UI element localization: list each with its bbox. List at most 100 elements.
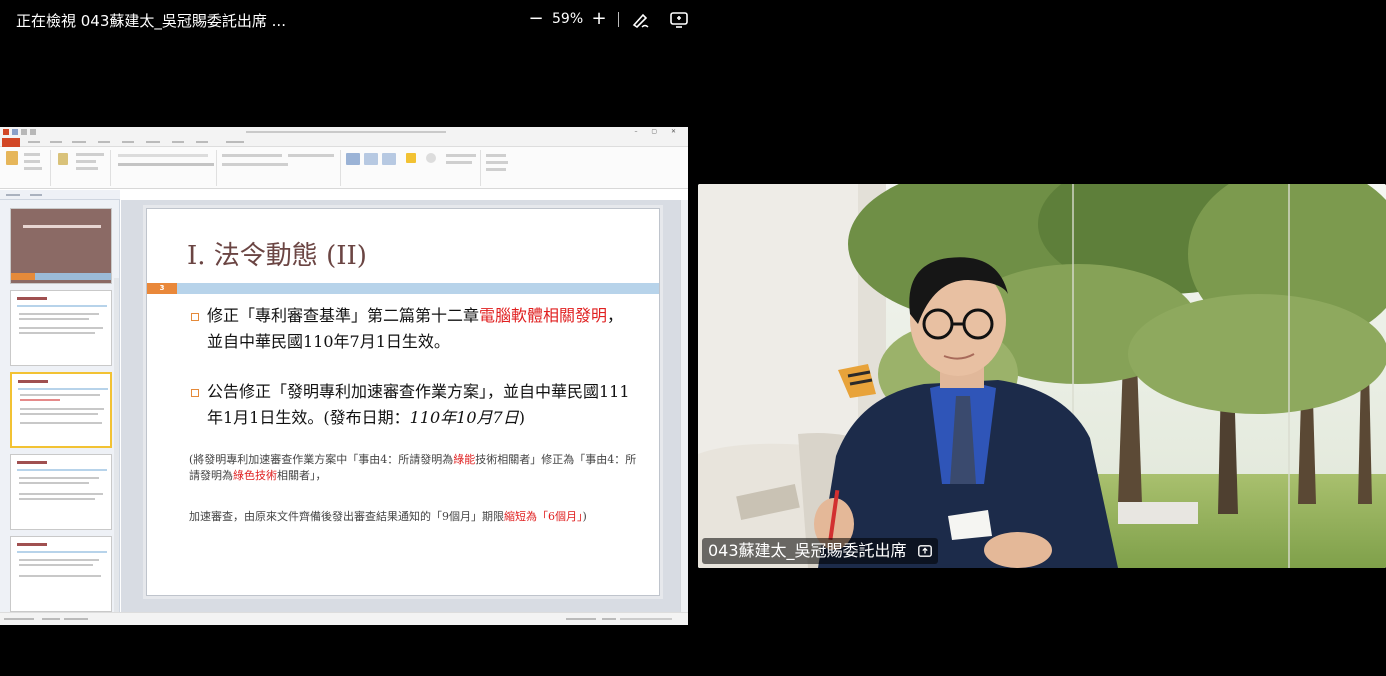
screen-share-icon	[917, 545, 932, 557]
note1-text: (將發明專利加速審查作業方案中「事由4：所請發明為	[189, 453, 454, 466]
slide-number: 3	[147, 283, 177, 294]
quick-styles-icon	[382, 153, 396, 165]
slide-note-2: 加速審查，由原來文件齊備後發出審查結果通知的「9個月」期限縮短為「6個月」)	[189, 509, 639, 525]
note1-text-end: 相關者」，	[277, 469, 327, 482]
status-theme	[42, 618, 60, 620]
thumb-band	[17, 305, 107, 307]
thumb-title	[17, 543, 47, 546]
ppt-tab	[50, 141, 62, 143]
paragraph-row	[288, 154, 334, 157]
slide-note-1: (將發明專利加速審查作業方案中「事由4：所請發明為綠能技術相關者」修正為「事由4…	[189, 452, 639, 484]
thumb-line	[19, 318, 89, 320]
ribbon-item	[76, 153, 104, 156]
thumb-band	[17, 551, 107, 553]
participant-name-label: 043蘇建太_吳冠賜委託出席	[702, 538, 938, 564]
viewer-title: 正在檢視 043蘇建太_吳冠賜委託出席 ...	[16, 12, 286, 30]
ribbon-separator	[480, 150, 481, 186]
status-view-buttons	[566, 618, 596, 620]
undo-icon	[21, 129, 27, 135]
shape-effects-icon	[426, 153, 436, 163]
font-format-row	[118, 163, 214, 166]
ribbon-separator	[216, 150, 217, 186]
thumb-title	[17, 461, 47, 464]
thumbnail-scrollbar	[114, 278, 119, 625]
shared-screen-powerpoint: – ▢ ✕ I. 法令動態 (II) 3 修正「專利審查基準」第二篇第十二章電腦…	[0, 127, 688, 625]
zoom-level: 59%	[552, 11, 584, 27]
thumb-line	[19, 327, 103, 329]
slides-tab	[6, 194, 20, 196]
viewer-toolbar: 正在檢視 043蘇建太_吳冠賜委託出席 ... − 59% +	[0, 0, 688, 40]
slide-bullet-1: 修正「專利審查基準」第二篇第十二章電腦軟體相關發明，並自中華民國110年7月1日…	[207, 303, 637, 355]
slide-bullet-2: 公告修正「發明專利加速審查作業方案」，並自中華民國111年1月1日生效。(發布日…	[207, 379, 637, 431]
note1-highlight-1: 綠能	[453, 453, 476, 466]
current-slide: I. 法令動態 (II) 3 修正「專利審查基準」第二篇第十二章電腦軟體相關發明…	[147, 209, 659, 595]
bullet1-highlight: 電腦軟體相關發明	[479, 306, 608, 325]
view-options-icon[interactable]	[669, 10, 689, 30]
bullet-square-icon	[191, 313, 199, 321]
ribbon-item	[24, 153, 40, 156]
shape-fill-icon	[406, 153, 416, 163]
ppt-tab	[72, 141, 86, 143]
ppt-tab	[196, 141, 208, 143]
thumb-line	[19, 564, 93, 566]
ppt-tab	[122, 141, 134, 143]
slide-thumbnail-selected	[10, 372, 112, 448]
outline-tab	[30, 194, 42, 196]
ppt-document-title	[246, 131, 446, 133]
zoom-out-button[interactable]: −	[527, 8, 545, 30]
thumb-line	[19, 313, 99, 315]
note2-text-end: )	[582, 510, 587, 523]
ribbon-separator	[340, 150, 341, 186]
select-item	[486, 168, 506, 171]
font-box	[118, 154, 208, 157]
zoom-in-button[interactable]: +	[590, 8, 608, 30]
status-zoom-slider	[620, 618, 672, 620]
canvas-scrollbar	[680, 200, 688, 612]
ppt-outline-tabs	[0, 190, 120, 200]
thumb-accent	[11, 273, 35, 280]
ppt-tab	[98, 141, 110, 143]
shapes-icon	[346, 153, 360, 165]
slide-title: I. 法令動態 (II)	[187, 241, 367, 271]
slide-editing-canvas: I. 法令動態 (II) 3 修正「專利審查基準」第二篇第十二章電腦軟體相關發明…	[121, 200, 680, 612]
ppt-ribbon	[0, 147, 688, 189]
ribbon-item	[76, 160, 96, 163]
slide-thumbnail	[10, 454, 112, 530]
thumb-line	[19, 575, 101, 577]
thumb-line	[20, 408, 104, 410]
slide-thumbnail-panel	[0, 200, 120, 625]
paragraph-row	[222, 163, 288, 166]
slide-title-band	[173, 283, 659, 294]
arrange-icon	[364, 153, 378, 165]
annotate-pen-icon[interactable]	[631, 10, 651, 30]
thumb-title	[17, 297, 47, 300]
ppt-status-bar	[0, 612, 688, 625]
save-icon	[12, 129, 18, 135]
thumb-line	[20, 399, 60, 401]
new-slide-icon	[58, 153, 68, 165]
ribbon-item	[446, 154, 476, 157]
paste-icon	[6, 151, 18, 165]
slide-thumbnail	[10, 208, 112, 284]
ppt-tab	[146, 141, 160, 143]
ppt-ribbon-tabs	[0, 131, 688, 147]
thumb-line	[19, 332, 95, 334]
bullet2-date: 110年10月7日	[409, 408, 519, 427]
ribbon-separator	[50, 150, 51, 186]
ribbon-item	[446, 161, 472, 164]
participant-video-tile[interactable]: 043蘇建太_吳冠賜委託出席	[698, 184, 1386, 568]
bullet1-text: 修正「專利審查基準」第二篇第十二章	[207, 306, 480, 325]
thumb-line	[19, 482, 89, 484]
thumb-band	[18, 388, 108, 390]
ppt-tab	[226, 141, 244, 143]
thumb-title	[18, 380, 48, 383]
ppt-tab-file	[2, 138, 20, 147]
paragraph-row	[222, 154, 282, 157]
ribbon-item	[24, 167, 42, 170]
note2-highlight: 縮短為「6個月」	[504, 510, 583, 523]
ppt-tab	[28, 141, 40, 143]
thumb-band	[17, 469, 107, 471]
thumb-line	[19, 559, 99, 561]
thumb-line	[19, 498, 95, 500]
replace-item	[486, 161, 508, 164]
